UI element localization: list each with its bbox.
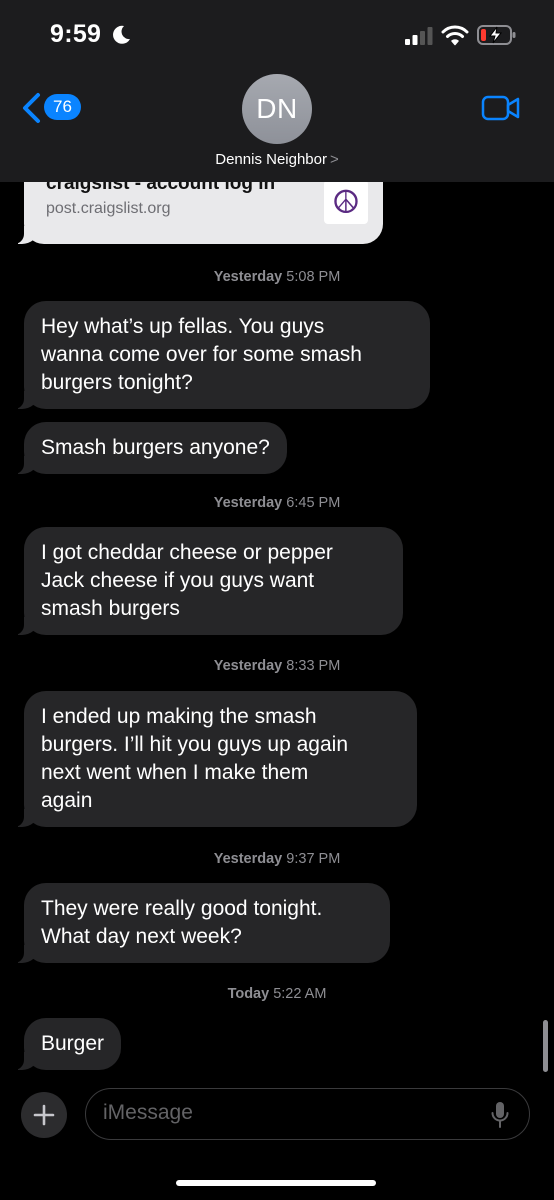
status-time: 9:59: [50, 20, 102, 48]
timestamp-time: 9:37 PM: [286, 851, 341, 867]
message-line: Hey what’s up fellas. You guys: [41, 315, 325, 338]
incoming-message-bubble[interactable]: Hey what’s up fellas. You guys wanna com…: [14, 301, 430, 409]
link-preview-card[interactable]: craigslist - account log in post.craigsl…: [14, 172, 383, 244]
timestamp: Today 5:22 AM: [0, 986, 554, 1002]
timestamp: Yesterday 8:33 PM: [0, 658, 554, 674]
timestamp-day: Yesterday: [213, 495, 283, 511]
message-line: What day next week?: [41, 925, 242, 948]
incoming-message-bubble[interactable]: I got cheddar cheese or pepper Jack chee…: [14, 527, 403, 635]
chevron-right-icon: >: [329, 151, 339, 168]
add-attachment-button[interactable]: [21, 1092, 67, 1138]
message-line: burgers tonight?: [41, 371, 193, 394]
incoming-message-bubble[interactable]: I ended up making the smash burgers. I’l…: [14, 691, 417, 827]
avatar-initials: DN: [256, 93, 298, 124]
timestamp-time: 5:08 PM: [286, 269, 341, 285]
messages-screen: 76 DN Dennis Neighbor > 9:59 craigslist …: [0, 0, 554, 1200]
contact-name: Dennis Neighbor: [215, 151, 327, 168]
wifi-icon: [441, 25, 469, 46]
battery-charging-icon: [477, 25, 516, 45]
chevron-left-icon: [23, 93, 40, 123]
timestamp-day: Today: [227, 986, 270, 1002]
message-line: Burger: [41, 1032, 105, 1055]
message-line: I got cheddar cheese or pepper: [41, 541, 333, 564]
incoming-message-bubble[interactable]: Smash burgers anyone?: [14, 422, 287, 474]
input-placeholder: iMessage: [103, 1101, 193, 1124]
link-domain: post.craigslist.org: [46, 200, 171, 217]
home-indicator[interactable]: [176, 1180, 376, 1186]
message-line: I ended up making the smash: [41, 705, 317, 728]
peace-sign-icon: ☮: [324, 180, 368, 224]
status-bar: 9:59: [0, 0, 554, 70]
timestamp: Yesterday 6:45 PM: [0, 495, 554, 511]
contact-avatar[interactable]: DN: [242, 74, 312, 144]
incoming-message-bubble[interactable]: They were really good tonight. What day …: [14, 883, 390, 963]
timestamp: Yesterday 5:08 PM: [0, 269, 554, 285]
timestamp-time: 8:33 PM: [286, 658, 341, 674]
incoming-message-bubble[interactable]: Burger: [13, 1018, 122, 1070]
message-line: wanna come over for some smash: [41, 343, 362, 366]
timestamp-day: Yesterday: [213, 269, 283, 285]
message-line: Smash burgers anyone?: [41, 436, 270, 459]
video-camera-icon[interactable]: [481, 93, 521, 123]
timestamp-time: 5:22 AM: [273, 986, 327, 1002]
unread-count-badge: 76: [44, 94, 81, 120]
message-line: burgers. I’ll hit you guys up again: [41, 733, 349, 756]
timestamp-day: Yesterday: [213, 851, 283, 867]
message-line: next went when I make them: [41, 761, 309, 784]
message-line: They were really good tonight.: [41, 897, 323, 920]
scroll-indicator[interactable]: [543, 1020, 548, 1072]
message-line: again: [41, 789, 93, 812]
plus-icon: [33, 1104, 55, 1126]
back-button[interactable]: 76: [20, 90, 90, 126]
contact-name-row[interactable]: Dennis Neighbor >: [0, 151, 554, 168]
microphone-icon[interactable]: [490, 1101, 510, 1129]
moon-icon: [113, 25, 130, 44]
timestamp: Yesterday 9:37 PM: [0, 851, 554, 867]
message-list[interactable]: craigslist - account log in post.craigsl…: [0, 172, 554, 1082]
timestamp-day: Yesterday: [213, 658, 283, 674]
signal-icon: [405, 27, 433, 45]
message-line: smash burgers: [41, 597, 180, 620]
timestamp-time: 6:45 PM: [286, 495, 341, 511]
imessage-input[interactable]: iMessage: [85, 1088, 530, 1140]
message-line: Jack cheese if you guys want: [41, 569, 315, 592]
